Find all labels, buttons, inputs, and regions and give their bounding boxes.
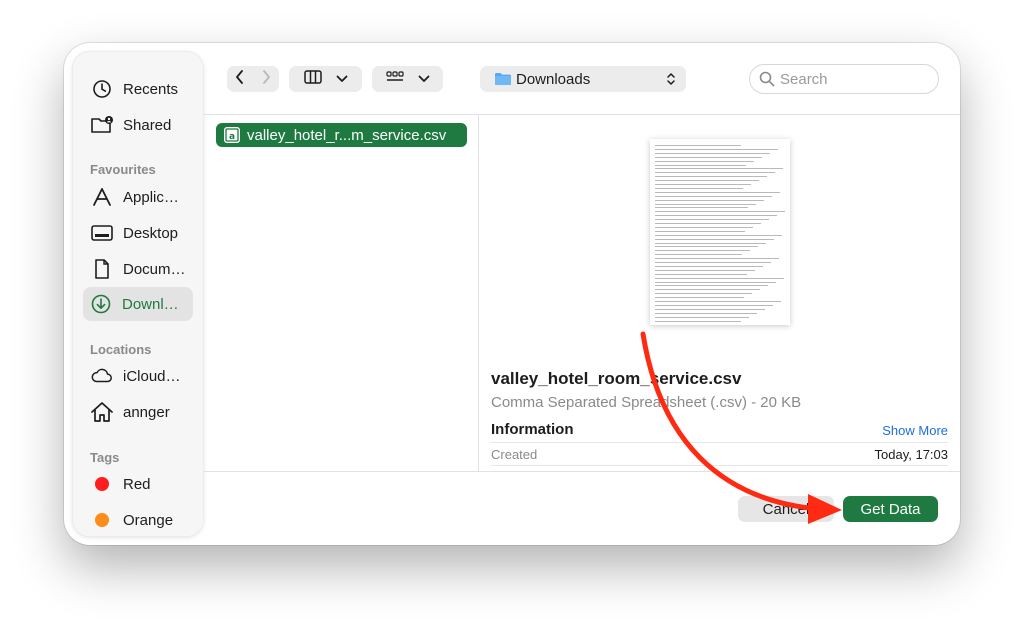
annotation-arrow <box>640 331 842 524</box>
